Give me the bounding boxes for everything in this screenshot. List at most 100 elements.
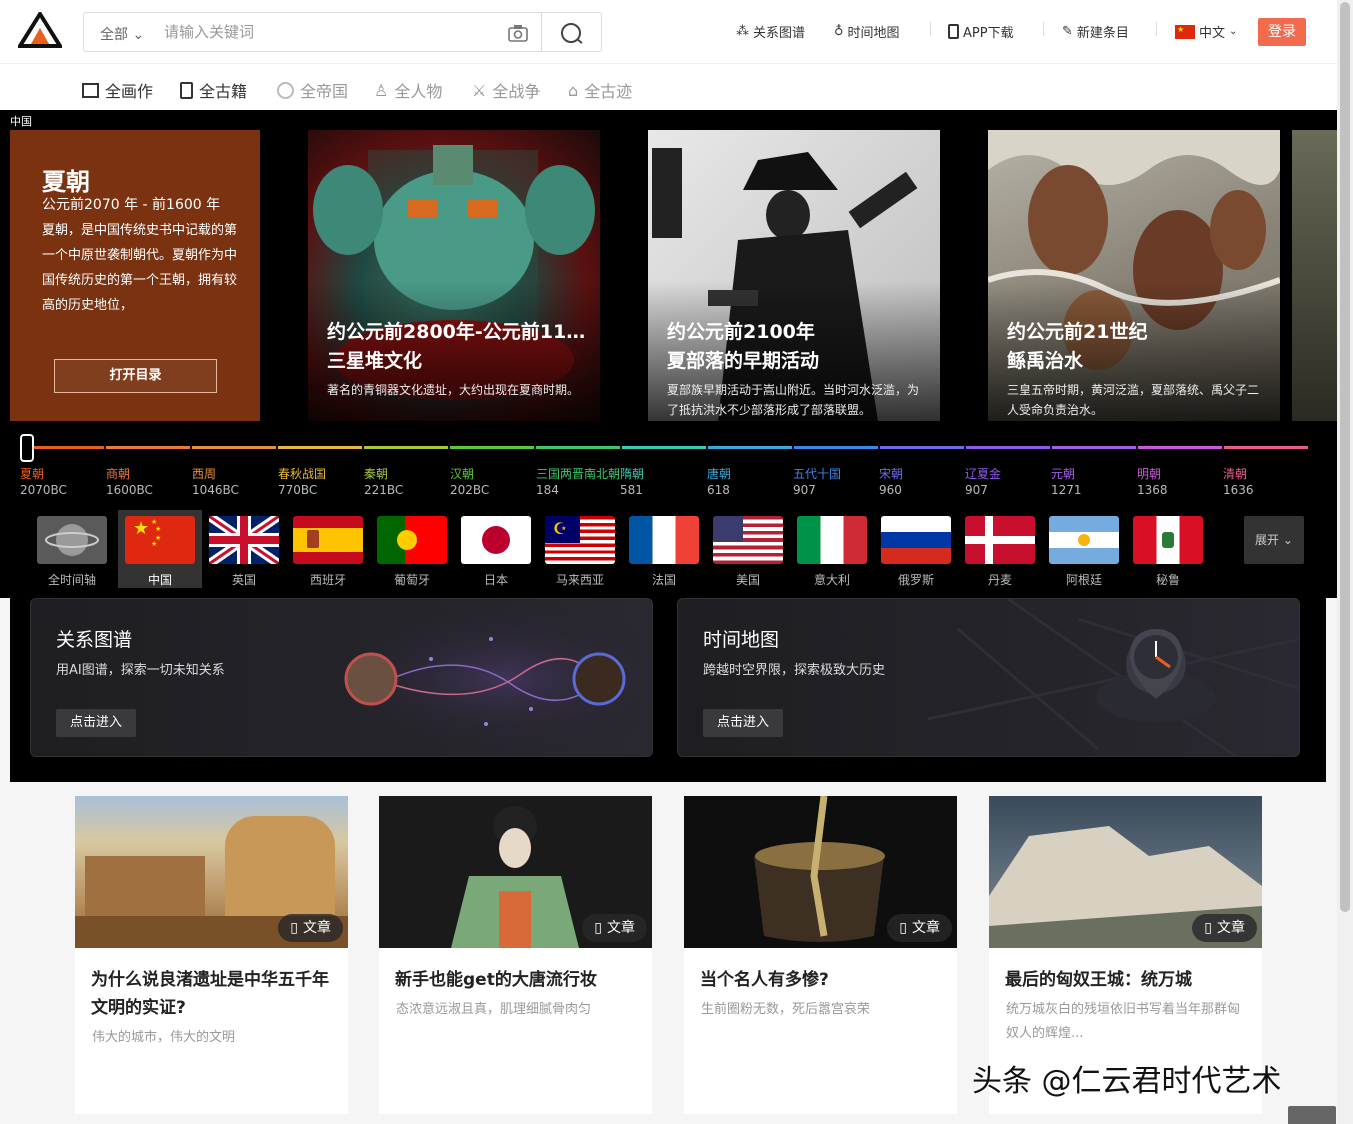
event-card[interactable]: 约公元前2800年-公元前1100年 三星堆文化 著名的青铜器文化遗址，大约出现… xyxy=(308,130,600,421)
document-icon: ▯ xyxy=(290,920,298,936)
timeline-dynasty-label[interactable]: 三国两晋南北朝 xyxy=(536,465,620,482)
country-china[interactable]: ★ ★ ★ ★ ★ 中国 xyxy=(118,510,202,590)
nav-new-entry[interactable]: ✎ 新建条目 xyxy=(1062,22,1129,41)
nav-app-download-label: APP下载 xyxy=(963,26,1014,41)
article-type-badge: ▯ 文章 xyxy=(582,914,647,942)
timeline-segment[interactable] xyxy=(622,446,706,449)
event-title: 约公元前2100年 xyxy=(667,321,815,343)
country-label: 阿根廷 xyxy=(1065,573,1102,587)
timeline-handle[interactable] xyxy=(20,434,34,462)
article-title: 最后的匈奴王城：统万城 xyxy=(1005,970,1192,990)
timeline-segment[interactable] xyxy=(278,446,362,449)
site-logo[interactable] xyxy=(18,12,62,48)
camera-icon[interactable] xyxy=(508,24,528,42)
timeline-segment[interactable] xyxy=(106,446,190,449)
timeline-dynasty-label[interactable]: 春秋战国 xyxy=(278,465,326,482)
badge-label: 文章 xyxy=(912,920,940,936)
country-selector: 全时间轴 ★ ★ ★ ★ ★ 中国 英国 西班牙 葡萄牙 日本 ☪ 马来西亚 法… xyxy=(0,510,1337,598)
search-category-select[interactable]: 全部 ⌄ xyxy=(100,24,144,44)
enter-relation-graph-button[interactable]: 点击进入 xyxy=(56,709,136,737)
category-sites[interactable]: ⌂ 全古迹 xyxy=(568,78,632,102)
timeline-dynasty-label[interactable]: 唐朝 xyxy=(707,465,731,482)
timeline-segment[interactable] xyxy=(1138,446,1222,449)
country-label: 英国 xyxy=(231,573,256,587)
search-button[interactable] xyxy=(541,13,602,51)
category-paintings[interactable]: 全画作 xyxy=(82,78,153,102)
timeline-dynasty-label[interactable]: 西周 xyxy=(192,465,216,482)
country-denmark[interactable]: 丹麦 xyxy=(958,510,1042,590)
nav-app-download[interactable]: APP下载 xyxy=(948,22,1014,41)
swords-icon: ⚔ xyxy=(472,80,487,100)
timeline-segment[interactable] xyxy=(708,446,792,449)
timeline-dynasty-label[interactable]: 秦朝 xyxy=(364,465,388,482)
country-spain[interactable]: 西班牙 xyxy=(286,510,370,590)
time-map-panel[interactable]: 时间地图 跨越时空界限，探索极致大历史 点击进入 xyxy=(677,598,1300,757)
dynasty-title: 夏朝 xyxy=(42,168,90,196)
timeline-year-label: 2070BC xyxy=(20,483,67,497)
page-scrollbar[interactable] xyxy=(1337,0,1353,1124)
timeline-segment[interactable] xyxy=(364,446,448,449)
scrollbar-thumb[interactable] xyxy=(1340,2,1350,912)
timeline-dynasty-label[interactable]: 宋朝 xyxy=(879,465,903,482)
category-empires[interactable]: 全帝国 xyxy=(277,78,348,102)
event-card-partial[interactable] xyxy=(1292,130,1337,421)
expand-countries-button[interactable]: 展开 ⌄ xyxy=(1244,516,1304,564)
event-card[interactable]: 约公元前2100年 夏部落的早期活动 夏部族早期活动于嵩山附近。当时河水泛滥，为… xyxy=(648,130,940,421)
timeline-year-label: 1600BC xyxy=(106,483,153,497)
country-malaysia[interactable]: ☪ 马来西亚 xyxy=(538,510,622,590)
timeline-dynasty-label[interactable]: 汉朝 xyxy=(450,465,474,482)
timeline-segment[interactable] xyxy=(794,446,878,449)
article-card[interactable]: ▯ 文章 新手也能get的大唐流行妆 态浓意远淑且真，肌理细腻骨肉匀 xyxy=(379,796,652,1114)
feature-description: 用AI图谱，探索一切未知关系 xyxy=(56,663,225,678)
timeline-segment[interactable] xyxy=(880,446,964,449)
relation-graph-panel[interactable]: 关系图谱 用AI图谱，探索一切未知关系 点击进入 xyxy=(30,598,653,757)
timeline-dynasty-label[interactable]: 商朝 xyxy=(106,465,130,482)
country-france[interactable]: 法国 xyxy=(622,510,706,590)
floating-button[interactable] xyxy=(1288,1106,1336,1124)
timeline-segment[interactable] xyxy=(966,446,1050,449)
timeline-dynasty-label[interactable]: 五代十国 xyxy=(793,465,841,482)
timeline-segment[interactable] xyxy=(1052,446,1136,449)
enter-time-map-button[interactable]: 点击进入 xyxy=(703,709,783,737)
open-catalog-button[interactable]: 打开目录 xyxy=(54,359,217,393)
language-select[interactable]: ★ 中文 ⌄ xyxy=(1175,22,1237,41)
event-subtitle: 夏部落的早期活动 xyxy=(667,350,820,372)
country-uk[interactable]: 英国 xyxy=(202,510,286,590)
country-all-timeline[interactable]: 全时间轴 xyxy=(30,510,114,590)
timeline-segment[interactable] xyxy=(1224,446,1308,449)
timeline-dynasty-label[interactable]: 夏朝 xyxy=(20,465,44,482)
artifact-cup-image: ▯ 文章 xyxy=(684,796,957,948)
timeline-dynasty-label[interactable]: 隋朝 xyxy=(620,465,644,482)
article-card[interactable]: ▯ 文章 为什么说良渚遗址是中华五千年文明的实证? 伟大的城市，伟大的文明 xyxy=(75,796,348,1114)
category-label: 全帝国 xyxy=(300,82,349,101)
country-italy[interactable]: 意大利 xyxy=(790,510,874,590)
timeline-dynasty-label[interactable]: 元朝 xyxy=(1051,465,1075,482)
nav-time-map[interactable]: ♁ 时间地图 xyxy=(834,22,900,41)
category-people[interactable]: ♙ 全人物 xyxy=(374,78,442,102)
event-card[interactable]: 约公元前21世纪 鲧禹治水 三皇五帝时期，黄河泛滥，夏部落统、禹父子二人受命负责… xyxy=(988,130,1280,421)
country-russia[interactable]: 俄罗斯 xyxy=(874,510,958,590)
dynasty-timeline: 夏朝 2070BC 商朝 1600BC 西周 1046BC 春秋战国 770BC 秦朝 221BC… xyxy=(10,430,1320,510)
temple-icon: ⌂ xyxy=(568,80,579,100)
country-portugal[interactable]: 葡萄牙 xyxy=(370,510,454,590)
timeline-dynasty-label[interactable]: 清朝 xyxy=(1223,465,1247,482)
timeline-segment[interactable] xyxy=(536,446,620,449)
search-input[interactable] xyxy=(164,21,494,43)
timeline-dynasty-label[interactable]: 辽夏金 xyxy=(965,465,1001,482)
article-type-badge: ▯ 文章 xyxy=(887,914,952,942)
edit-icon: ✎ xyxy=(1062,24,1073,39)
nav-relation-graph[interactable]: ⁂ 关系图谱 xyxy=(736,22,805,41)
login-button[interactable]: 登录 xyxy=(1258,18,1306,46)
dynasty-date: 公元前2070 年 - 前1600 年 xyxy=(42,197,221,213)
country-argentina[interactable]: 阿根廷 xyxy=(1042,510,1126,590)
article-card[interactable]: ▯ 文章 当个名人有多惨? 生前圈粉无数，死后嚣宫哀荣 xyxy=(684,796,957,1114)
timeline-segment[interactable] xyxy=(450,446,534,449)
feature-title: 时间地图 xyxy=(703,629,780,651)
country-peru[interactable]: 秘鲁 xyxy=(1126,510,1210,590)
country-usa[interactable]: 美国 xyxy=(706,510,790,590)
category-wars[interactable]: ⚔ 全战争 xyxy=(472,78,540,102)
country-japan[interactable]: 日本 xyxy=(454,510,538,590)
timeline-dynasty-label[interactable]: 明朝 xyxy=(1137,465,1161,482)
timeline-segment[interactable] xyxy=(192,446,276,449)
category-books[interactable]: 全古籍 xyxy=(180,78,247,102)
